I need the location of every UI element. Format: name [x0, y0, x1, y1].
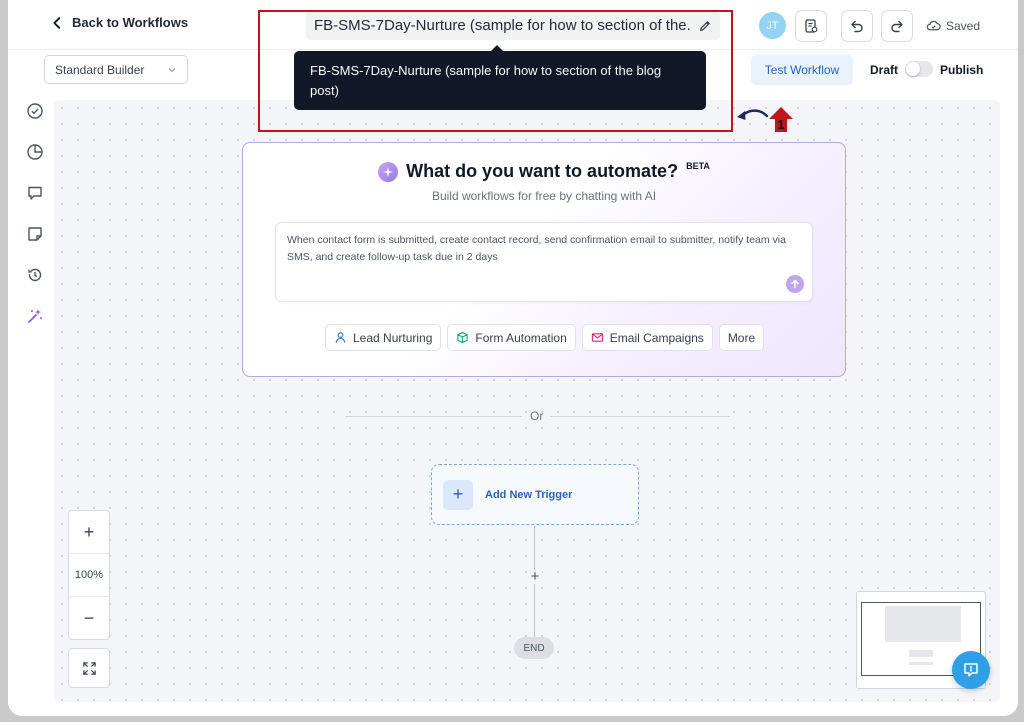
end-node: END [514, 637, 554, 659]
rail-item-stats[interactable] [22, 139, 48, 165]
draft-label: Draft [870, 63, 899, 77]
back-label: Back to Workflows [72, 15, 189, 30]
step-badge-number: 1 [777, 117, 784, 132]
chat-bubble-icon [28, 186, 42, 200]
divider-line-left [345, 416, 522, 417]
fit-view-button[interactable] [68, 648, 110, 688]
ai-prompt-input[interactable]: When contact form is submitted, create c… [275, 222, 813, 302]
publish-toggle[interactable] [905, 61, 933, 77]
magic-wand-icon [28, 309, 42, 323]
undo-icon [851, 20, 863, 33]
divider-line-right [550, 416, 730, 417]
workflow-title: FB-SMS-7Day-Nurture (sample for how to s… [314, 17, 692, 34]
user-icon [335, 332, 346, 343]
publish-label: Publish [940, 63, 984, 77]
ai-builder-header: What do you want to automate? BETA [243, 161, 845, 182]
test-workflow-button[interactable]: Test Workflow [751, 55, 853, 85]
rail-item-ai[interactable] [22, 303, 48, 329]
rail-item-history[interactable] [22, 262, 48, 288]
step-badge-icon: 1 [769, 107, 793, 132]
ai-builder-title: What do you want to automate? [406, 161, 679, 181]
builder-mode-select[interactable]: Standard Builder [44, 55, 188, 84]
rail-item-notes[interactable] [22, 221, 48, 247]
rail-item-comments[interactable] [22, 180, 48, 206]
workflow-title-field[interactable]: FB-SMS-7Day-Nurture (sample for how to s… [306, 11, 720, 40]
cloud-check-icon [926, 20, 941, 31]
redo-icon [891, 20, 903, 33]
ai-builder-card: What do you want to automate? BETA Build… [242, 142, 846, 377]
check-circle-icon [27, 103, 43, 119]
chip-email-campaigns[interactable]: Email Campaigns [581, 324, 713, 351]
help-chat-icon [964, 663, 978, 677]
back-to-workflows-link[interactable]: Back to Workflows [50, 15, 188, 30]
chip-label: Form Automation [475, 330, 567, 345]
history-clock-icon [28, 268, 42, 282]
chip-label: Lead Nurturing [353, 330, 433, 345]
send-prompt-button[interactable] [786, 275, 804, 293]
plus-icon: + [443, 479, 473, 510]
top-bar: Back to Workflows FB-SMS-7Day-Nurture (s… [8, 0, 1018, 50]
chip-form-automation[interactable]: Form Automation [447, 324, 576, 351]
chip-label: Email Campaigns [609, 330, 704, 345]
add-step-plus-icon[interactable]: + [528, 569, 542, 584]
document-settings-icon [805, 19, 818, 33]
user-avatar[interactable]: JT [759, 12, 786, 39]
chevron-left-icon [53, 16, 61, 29]
redo-button[interactable] [881, 10, 913, 42]
ai-prompt-text: When contact form is submitted, create c… [287, 234, 786, 263]
workflow-builder-window: Back to Workflows FB-SMS-7Day-Nurture (s… [8, 0, 1018, 716]
save-status: Saved [926, 18, 980, 33]
or-divider-label: Or [530, 409, 544, 423]
builder-mode-value: Standard Builder [55, 62, 145, 77]
suggestion-chips: Lead Nurturing Form Automation Email Cam… [325, 324, 765, 351]
mail-icon [591, 333, 603, 342]
workflow-settings-button[interactable] [795, 10, 827, 42]
left-rail [22, 98, 50, 344]
arrow-up-icon [791, 279, 799, 289]
add-new-trigger-node[interactable]: + Add New Trigger [431, 464, 639, 525]
add-trigger-label: Add New Trigger [485, 488, 573, 501]
ai-builder-subtitle: Build workflows for free by chatting wit… [431, 189, 657, 203]
workflow-title-tooltip: FB-SMS-7Day-Nurture (sample for how to s… [294, 45, 706, 110]
pencil-icon[interactable] [698, 19, 712, 33]
chip-more[interactable]: More [718, 324, 765, 351]
expand-icon [82, 661, 96, 675]
saved-label: Saved [946, 18, 981, 33]
toggle-knob [906, 62, 920, 76]
zoom-controls: + 100% − [68, 510, 110, 640]
sparkle-icon [378, 161, 399, 182]
help-chat-button[interactable] [952, 651, 990, 689]
zoom-out-button[interactable]: − [69, 597, 109, 640]
cube-icon [457, 331, 469, 344]
zoom-in-button[interactable]: + [69, 511, 109, 554]
rail-item-actions[interactable] [22, 98, 48, 124]
undo-button[interactable] [841, 10, 873, 42]
chevron-down-icon [168, 67, 176, 72]
note-icon [28, 227, 42, 241]
chip-label: More [727, 330, 756, 345]
beta-tag: BETA [686, 160, 710, 171]
pie-chart-icon [27, 144, 43, 160]
zoom-level: 100% [69, 554, 109, 597]
annotation-arrow-icon [737, 109, 769, 120]
chip-lead-nurturing[interactable]: Lead Nurturing [325, 324, 442, 351]
